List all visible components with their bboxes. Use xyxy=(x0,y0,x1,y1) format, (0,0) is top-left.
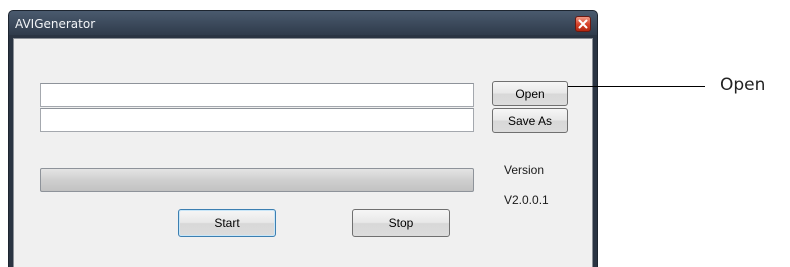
open-button[interactable]: Open xyxy=(492,81,568,106)
source-path-field[interactable] xyxy=(40,83,474,107)
close-icon xyxy=(578,19,588,29)
title-bar[interactable]: AVIGenerator xyxy=(9,11,597,37)
stop-button[interactable]: Stop xyxy=(352,209,450,237)
annotation-leader-line xyxy=(568,86,705,87)
version-label: Version xyxy=(504,163,545,177)
screenshot-stage: AVIGenerator Open Save As Version V2.0.0… xyxy=(0,0,790,267)
version-number: V2.0.0.1 xyxy=(504,193,549,207)
output-path-field[interactable] xyxy=(40,108,474,132)
window-title: AVIGenerator xyxy=(15,17,96,31)
save-as-button[interactable]: Save As xyxy=(492,108,568,133)
avigenerator-window: AVIGenerator Open Save As Version V2.0.0… xyxy=(8,10,598,267)
progress-bar xyxy=(40,168,474,192)
start-button[interactable]: Start xyxy=(178,209,276,237)
close-button[interactable] xyxy=(575,16,591,32)
annotation-label: Open xyxy=(720,75,766,95)
dialog-client-area: Open Save As Version V2.0.0.1 Start Stop xyxy=(13,38,593,267)
